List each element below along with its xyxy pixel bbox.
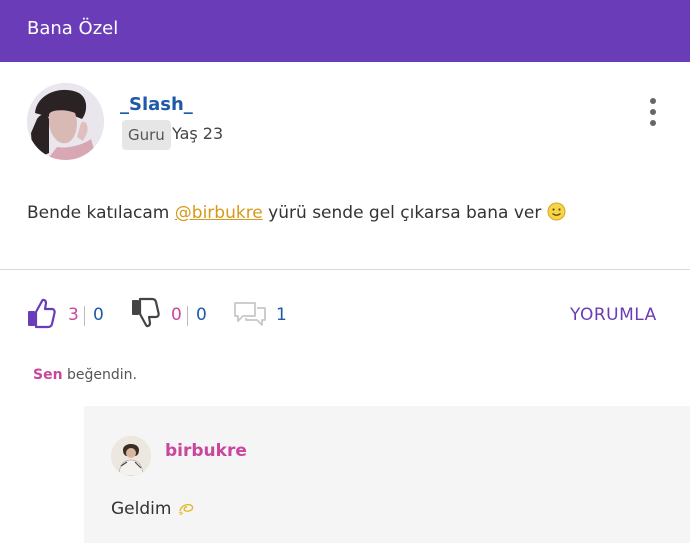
- author-name[interactable]: _Slash_: [120, 94, 193, 115]
- thumbs-up-icon[interactable]: [26, 297, 56, 333]
- avatar-image: [27, 83, 104, 160]
- action-bar: 3 0 0 0 1 YORUMLA: [0, 270, 690, 354]
- app-header: Bana Özel: [0, 0, 690, 62]
- like-separator: [84, 306, 85, 326]
- header-title: Bana Özel: [27, 18, 119, 39]
- dislike-separator: [187, 306, 188, 326]
- rank-badge: Guru: [122, 120, 171, 150]
- author-avatar[interactable]: [27, 83, 104, 160]
- like-count: 3: [68, 305, 79, 325]
- author-age: Yaş 23: [172, 124, 224, 143]
- mention-link[interactable]: @birbukre: [175, 203, 263, 223]
- reply-avatar-image: [111, 436, 151, 476]
- post-text-end: yürü sende gel çıkarsa bana ver: [262, 203, 542, 223]
- reply-text-content: Geldim: [111, 499, 172, 519]
- comments-icon[interactable]: [233, 300, 267, 332]
- dizzy-icon: [177, 499, 195, 522]
- reply-avatar[interactable]: [111, 436, 151, 476]
- liked-by-you[interactable]: Sen: [33, 367, 63, 383]
- reply-text: Geldim: [111, 499, 195, 522]
- post-text-start: Bende katılacam: [27, 203, 175, 223]
- liked-by-text: Sen beğendin.: [33, 367, 137, 383]
- thumbs-down-icon[interactable]: [130, 297, 160, 333]
- dislike-count: 0: [171, 305, 182, 325]
- liked-by-suffix: beğendin.: [67, 367, 137, 383]
- like-count-other: 0: [93, 305, 104, 325]
- reply-author-name[interactable]: birbukre: [165, 441, 247, 461]
- reply-card: birbukre Geldim: [84, 406, 690, 543]
- smiley-icon: [547, 202, 566, 226]
- comment-count: 1: [276, 305, 287, 325]
- more-options-icon[interactable]: [640, 96, 666, 128]
- post-card: _Slash_ Guru Yaş 23 Bende katılacam @bir…: [0, 62, 690, 270]
- post-text: Bende katılacam @birbukre yürü sende gel…: [27, 202, 566, 226]
- comment-button[interactable]: YORUMLA: [570, 305, 657, 325]
- dislike-count-other: 0: [196, 305, 207, 325]
